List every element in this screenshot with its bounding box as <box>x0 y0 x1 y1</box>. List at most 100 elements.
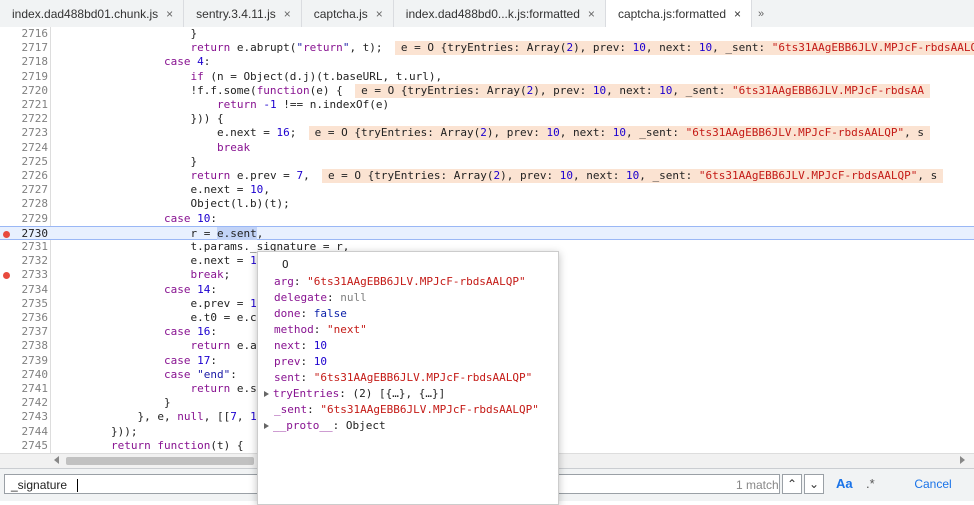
code-line[interactable]: 2730 r = e.sent, <box>0 225 974 240</box>
line-number[interactable]: 2719 <box>0 70 49 84</box>
property-value: "6ts31AAgEBB6JLV.MPJcF-rbdsAALQP" <box>313 371 533 384</box>
tab-2[interactable]: sentry.3.4.11.js × <box>184 0 302 27</box>
property-row: method: "next" <box>274 323 367 336</box>
line-number[interactable]: 2720 <box>0 84 49 98</box>
property-value: 10 <box>313 339 327 352</box>
tab-4[interactable]: index.dad488bd0...k.js:formatted × <box>394 0 606 27</box>
regex-button[interactable]: .* <box>866 476 875 491</box>
cancel-search-button[interactable]: Cancel <box>898 474 968 494</box>
tab-3[interactable]: captcha.js × <box>302 0 394 27</box>
line-number[interactable]: 2741 <box>0 382 49 396</box>
close-icon[interactable]: × <box>734 7 741 21</box>
property-key: tryEntries <box>273 387 340 400</box>
next-match-button[interactable]: ⌄ <box>804 474 824 494</box>
property-key: delegate <box>274 291 327 304</box>
code-text: case "end": <box>163 367 237 381</box>
line-number[interactable]: 2721 <box>0 98 49 112</box>
code-line[interactable]: 2723 e.next = 16; e = O {tryEntries: Arra… <box>0 126 974 141</box>
property-value: "next" <box>327 323 367 336</box>
previous-match-button[interactable]: ⌃ <box>782 474 802 494</box>
scroll-right-icon[interactable] <box>960 456 965 464</box>
property-row[interactable]: __proto__: Object <box>264 418 386 433</box>
line-number[interactable]: 2725 <box>0 155 49 169</box>
line-number[interactable]: 2727 <box>0 183 49 197</box>
line-number[interactable]: 2717 <box>0 41 49 55</box>
expand-triangle-icon[interactable] <box>264 391 269 397</box>
line-number[interactable]: 2738 <box>0 339 49 353</box>
inline-value-preview: e = O {tryEntries: Array(2), prev: 10, n… <box>308 126 930 141</box>
tab-overflow-icon[interactable]: » <box>752 0 770 27</box>
code-text: }, e, null, [[7, 14]]) <box>58 410 283 424</box>
property-value: 10 <box>313 355 327 368</box>
line-number[interactable]: 2734 <box>0 283 49 297</box>
code-line[interactable]: 2729 case 10: <box>0 212 974 226</box>
line-number[interactable]: 2731 <box>0 240 49 254</box>
code-line[interactable]: 2719 if (n = Object(d.j)(t.baseURL, t.ur… <box>0 70 974 84</box>
line-number[interactable]: 2744 <box>0 425 49 439</box>
code-line[interactable]: 2725 } <box>0 155 974 169</box>
code-line[interactable]: 2716 } <box>0 27 974 41</box>
code-text: case 4: <box>163 55 211 69</box>
tab-1[interactable]: index.dad488bd01.chunk.js × <box>0 0 185 27</box>
line-number[interactable]: 2716 <box>0 27 49 41</box>
property-key: __proto__ <box>273 419 333 432</box>
property-key: done <box>274 307 301 320</box>
tab-label: captcha.js <box>313 6 368 21</box>
property-value: null <box>340 291 367 304</box>
line-number[interactable]: 2732 <box>0 254 49 268</box>
code-line[interactable]: 2717 return e.abrupt("return", t); e = O … <box>0 41 974 56</box>
close-icon[interactable]: × <box>588 7 595 21</box>
code-line[interactable]: 2718 case 4: <box>0 55 974 69</box>
property-value: "6ts31AAgEBB6JLV.MPJcF-rbdsAALQP" <box>307 275 526 288</box>
tab-label: index.dad488bd0...k.js:formatted <box>405 6 580 21</box>
inline-value-preview: e = O {tryEntries: Array(2), prev: 10, n… <box>321 169 944 183</box>
code-line[interactable]: 2726 return e.prev = 7, e = O {tryEntries… <box>0 169 974 183</box>
code-line[interactable]: 2724 break <box>0 141 974 155</box>
code-text: Object(l.b)(t); <box>58 197 290 211</box>
line-number[interactable]: 2737 <box>0 325 49 339</box>
code-line[interactable]: 2728 Object(l.b)(t); <box>0 197 974 211</box>
code-text: case 10: <box>163 211 217 225</box>
property-row[interactable]: tryEntries: (2) [{…}, {…}] <box>264 386 445 401</box>
line-number[interactable]: 2726 <box>0 169 49 183</box>
code-line[interactable]: 2720 !f.f.some(function(e) {e = O {tryEn… <box>0 83 974 98</box>
property-value: Object <box>345 419 386 432</box>
object-preview-popover[interactable]: O arg: "6ts31AAgEBB6JLV.MPJcF-rbdsAALQP"… <box>257 251 559 505</box>
scrollbar-thumb[interactable] <box>66 457 254 465</box>
code-line[interactable]: 2722 })) { <box>0 112 974 126</box>
close-icon[interactable]: × <box>284 7 291 21</box>
tab-label: sentry.3.4.11.js <box>196 6 276 21</box>
match-case-button[interactable]: Aa <box>836 476 853 491</box>
breakpoint-icon[interactable] <box>3 230 10 238</box>
line-number[interactable]: 2745 <box>0 439 49 453</box>
line-number[interactable]: 2739 <box>0 354 49 368</box>
code-text: })) { <box>58 112 224 126</box>
code-line[interactable]: 2727 e.next = 10, <box>0 183 974 197</box>
code-line[interactable]: 2721 return -1 !== n.indexOf(e) <box>0 98 974 112</box>
scroll-left-icon[interactable] <box>54 456 59 464</box>
line-number[interactable]: 2729 <box>0 212 49 226</box>
property-row: sent: "6ts31AAgEBB6JLV.MPJcF-rbdsAALQP" <box>274 371 533 384</box>
expand-triangle-icon[interactable] <box>264 423 269 429</box>
tab-5[interactable]: captcha.js:formatted × <box>605 0 753 27</box>
code-text: return e.prev = 7, <box>190 169 310 182</box>
inline-value-preview: e = O {tryEntries: Array(2), prev: 10, n… <box>355 83 931 98</box>
property-value: (2) [{…}, {…}] <box>352 387 446 400</box>
line-number[interactable]: 2728 <box>0 197 49 211</box>
line-number[interactable]: 2718 <box>0 55 49 69</box>
line-number[interactable]: 2740 <box>0 368 49 382</box>
line-number[interactable]: 2743 <box>0 410 49 424</box>
line-number[interactable]: 2736 <box>0 311 49 325</box>
code-text: } <box>58 27 198 40</box>
property-key: prev <box>274 355 301 368</box>
line-number[interactable]: 2723 <box>0 126 49 140</box>
property-row: next: 10 <box>274 339 327 352</box>
close-icon[interactable]: × <box>166 7 173 21</box>
line-number[interactable]: 2742 <box>0 396 49 410</box>
chevron-down-icon: ⌄ <box>808 477 820 491</box>
line-number[interactable]: 2735 <box>0 297 49 311</box>
close-icon[interactable]: × <box>376 7 383 21</box>
line-number[interactable]: 2724 <box>0 141 49 155</box>
line-number[interactable]: 2722 <box>0 112 49 126</box>
code-text: return function(t) { <box>110 438 244 452</box>
